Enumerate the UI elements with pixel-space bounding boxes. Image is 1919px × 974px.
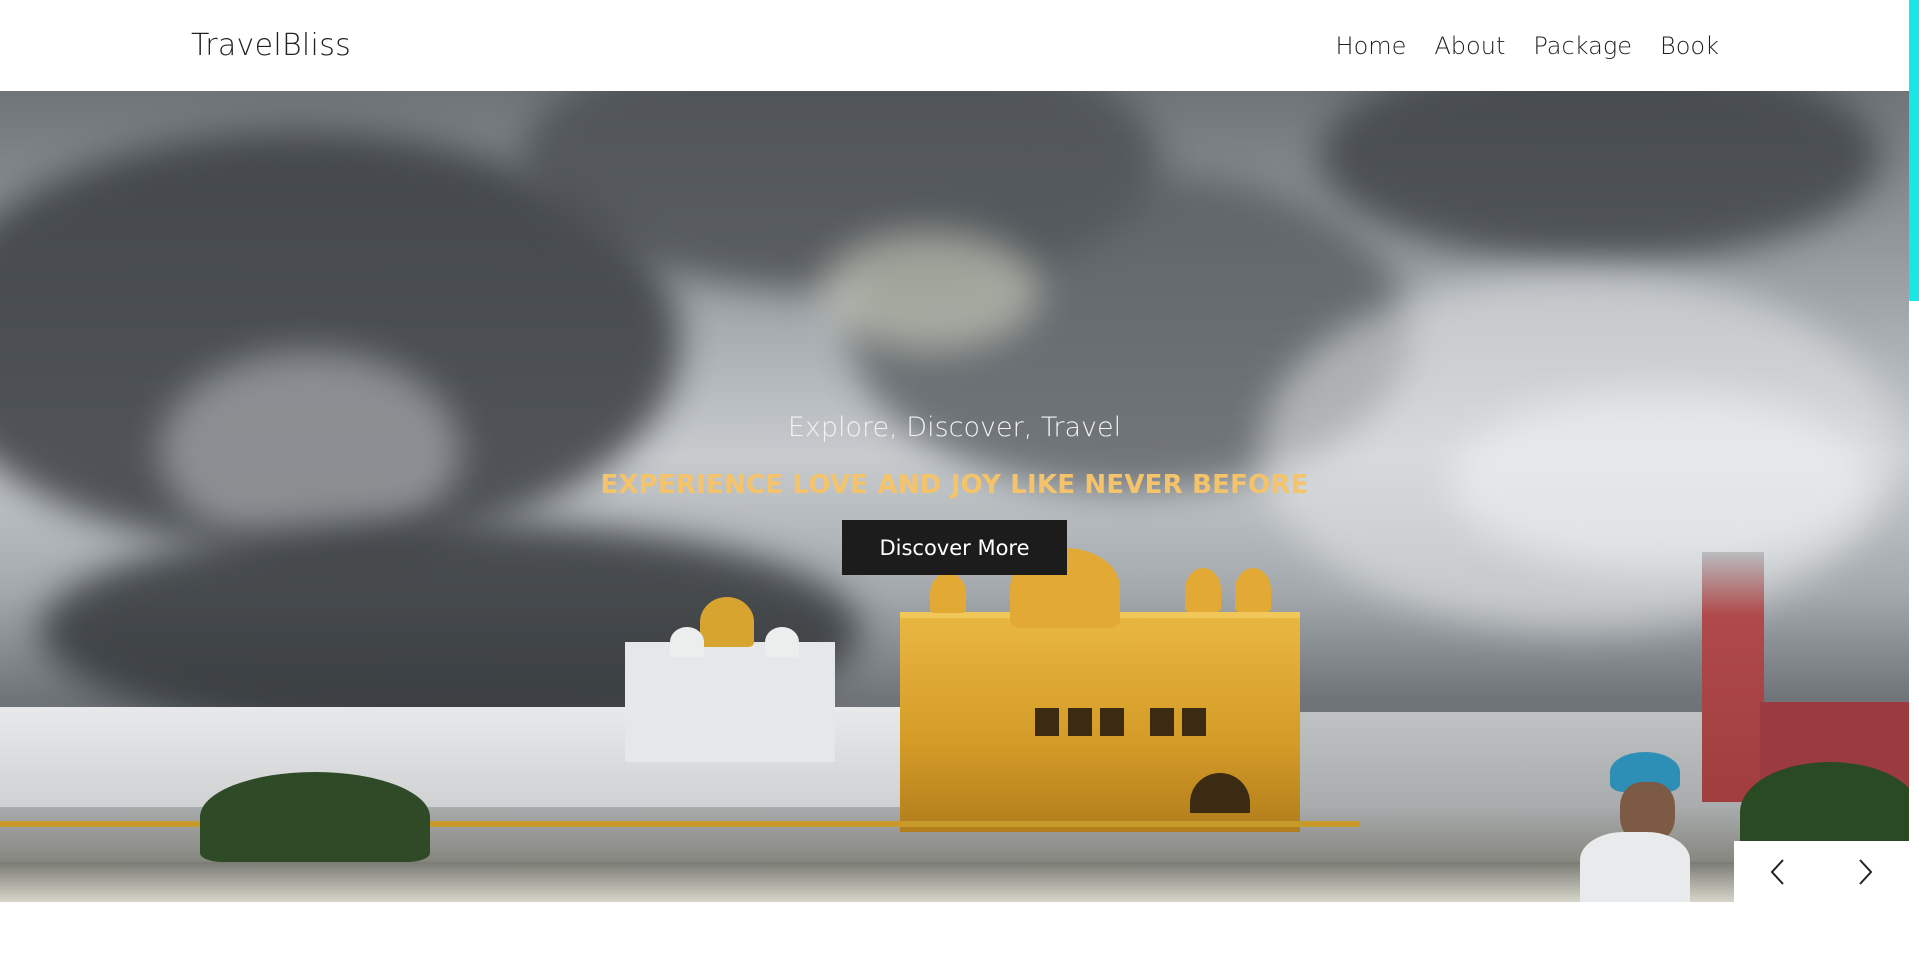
chevron-right-icon — [1859, 858, 1873, 885]
clock-tower — [1702, 552, 1764, 802]
temple-window — [1035, 708, 1059, 736]
white-dome — [670, 627, 704, 657]
nav-link-package[interactable]: Package — [1533, 32, 1632, 60]
white-dome — [765, 627, 799, 657]
golden-temple — [900, 548, 1300, 832]
hero-subtitle: Explore, Discover, Travel — [787, 412, 1122, 443]
temple-dome — [930, 573, 966, 613]
cloud — [820, 231, 1040, 351]
next-slide-button[interactable] — [1845, 852, 1885, 892]
hero-title: EXPERIENCE LOVE AND JOY LIKE NEVER BEFOR… — [600, 470, 1309, 500]
cloud — [1320, 91, 1880, 261]
temple-door — [1190, 773, 1250, 813]
gold-dome — [700, 597, 754, 647]
nav-menu: Home About Package Book — [1336, 32, 1719, 60]
nav-link-book[interactable]: Book — [1660, 32, 1719, 60]
page: TravelBliss Home About Package Book Expl… — [0, 0, 1919, 974]
temple-window — [1182, 708, 1206, 736]
temple-window — [1100, 708, 1124, 736]
brand-logo[interactable]: TravelBliss — [191, 28, 351, 63]
temple-window — [1068, 708, 1092, 736]
slider-nav — [1734, 841, 1909, 902]
hero-slide: Explore, Discover, Travel EXPERIENCE LOV… — [0, 91, 1909, 902]
white-dome-building — [625, 642, 835, 762]
body — [1580, 832, 1690, 902]
person-figure — [1580, 752, 1690, 902]
prev-slide-button[interactable] — [1758, 852, 1798, 892]
hero-content: Explore, Discover, Travel EXPERIENCE LOV… — [0, 412, 1909, 575]
discover-more-button[interactable]: Discover More — [842, 520, 1067, 575]
nav-link-about[interactable]: About — [1434, 32, 1505, 60]
chevron-left-icon — [1770, 858, 1784, 885]
navbar: TravelBliss Home About Package Book — [0, 0, 1909, 91]
nav-link-home[interactable]: Home — [1336, 32, 1407, 60]
trees — [200, 772, 430, 862]
temple-window — [1150, 708, 1174, 736]
scrollbar-thumb[interactable] — [1909, 0, 1919, 301]
